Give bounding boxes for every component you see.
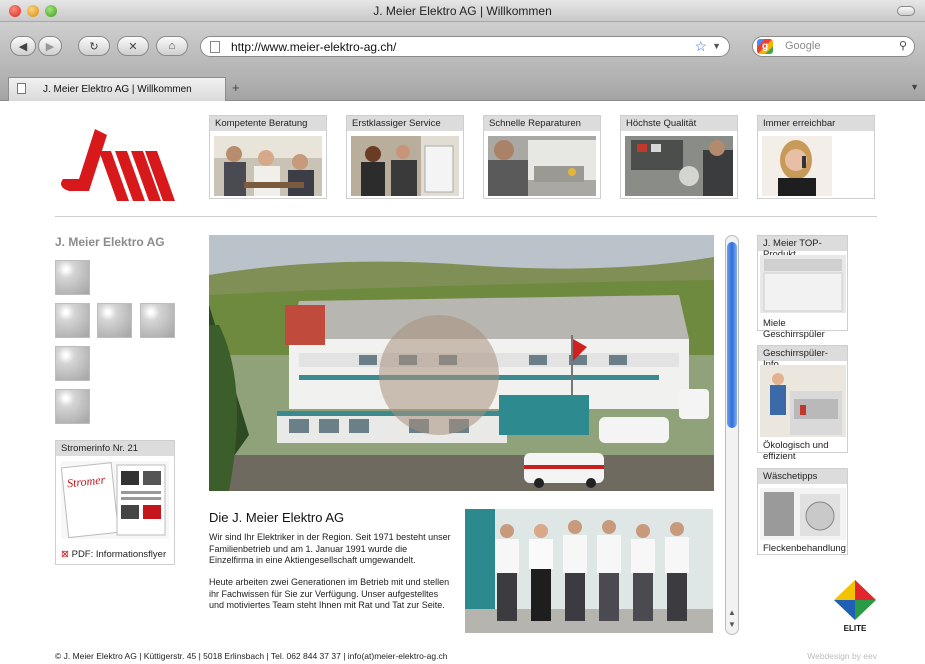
pdf-link[interactable]: ⊠ PDF: Informationsflyer — [61, 549, 166, 560]
sidebar-heading: J. Meier Elektro AG — [55, 235, 165, 249]
elite-logo: ELITE — [834, 580, 876, 633]
url-bar[interactable]: http://www.meier-elektro-ag.ch/ ☆ ▼ — [200, 36, 730, 57]
sidebar-nav-tile[interactable] — [55, 389, 90, 424]
quality-photo — [625, 136, 733, 196]
top-product-title: J. Meier TOP-Produkt — [758, 236, 847, 260]
sidebar-nav-tile[interactable] — [55, 260, 90, 295]
title-bar: J. Meier Elektro AG | Willkommen — [0, 0, 925, 22]
laundry-tips-box[interactable]: Wäschetipps Fleckenbehandlung — [757, 468, 848, 555]
stop-icon: ✕ — [128, 40, 138, 53]
dishwasher-info-caption: Ökologisch und effizient — [763, 440, 829, 462]
sidebar-nav-tile[interactable] — [140, 303, 175, 338]
home-button[interactable]: ⌂ — [156, 36, 188, 56]
pdf-icon: ⊠ — [61, 549, 69, 560]
laundry-photo — [760, 488, 846, 540]
window-title: J. Meier Elektro AG | Willkommen — [373, 4, 552, 18]
topnav-label: Kompetente Beratung — [210, 116, 326, 131]
dishwasher-info-title: Geschirrspüler-Info — [758, 346, 847, 370]
top-product-box[interactable]: J. Meier TOP-Produkt Miele Geschirrspüle… — [757, 235, 848, 340]
dishwasher-info-box[interactable]: Geschirrspüler-Info Ökologisch und effiz… — [757, 345, 848, 462]
laundry-tips-caption: Fleckenbehandlung — [763, 543, 846, 554]
tab-bar: J. Meier Elektro AG | Willkommen + ▼ — [0, 74, 925, 101]
new-tab-button[interactable]: + — [232, 80, 240, 95]
stromerinfo-flyer-thumbnail: Stromer — [61, 461, 169, 539]
toolbar-toggle-button[interactable] — [897, 6, 915, 16]
jm-logo[interactable] — [55, 127, 175, 201]
browser-toolbar: ◀ ▶ ↻ ✕ ⌂ http://www.meier-elektro-ag.ch… — [0, 22, 925, 74]
topnav-label: Höchste Qualität — [621, 116, 737, 131]
tab-label: J. Meier Elektro AG | Willkommen — [43, 84, 192, 95]
google-icon[interactable]: g — [757, 39, 773, 54]
footer-contact: © J. Meier Elektro AG | Küttigerstr. 45 … — [55, 651, 448, 661]
topnav-schnelle-reparaturen[interactable]: Schnelle Reparaturen — [483, 115, 601, 199]
topnav-label: Immer erreichbar — [758, 116, 874, 131]
topnav-label: Schnelle Reparaturen — [484, 116, 600, 131]
back-button[interactable]: ◀ — [10, 36, 36, 56]
url-history-dropdown-icon[interactable]: ▼ — [712, 41, 721, 51]
dishwasher-photo — [760, 255, 846, 313]
service-photo — [351, 136, 459, 196]
tab-list-menu-icon[interactable]: ▼ — [910, 82, 919, 92]
web-page: Kompetente Beratung Erstklassiger Servic… — [0, 102, 925, 664]
consultation-photo — [214, 136, 322, 196]
tab-page-icon — [17, 83, 26, 94]
forward-arrow-icon: ▶ — [45, 40, 55, 53]
scrollbar-thumb[interactable] — [727, 242, 737, 428]
bookmark-star-icon[interactable]: ☆ — [694, 38, 707, 55]
search-placeholder: Google — [785, 40, 821, 52]
content-scrollbar[interactable]: ▲ ▼ — [725, 235, 739, 635]
topnav-immer-erreichbar[interactable]: Immer erreichbar — [757, 115, 875, 199]
back-arrow-icon: ◀ — [18, 40, 28, 53]
content-paragraph-2: Heute arbeiten zwei Generationen im Betr… — [209, 577, 450, 610]
content-heading: Die J. Meier Elektro AG — [209, 510, 345, 525]
company-building-photo — [209, 235, 714, 491]
sidebar-nav-tile[interactable] — [97, 303, 132, 338]
search-field[interactable]: g Google ⚲ — [752, 36, 915, 57]
home-icon: ⌂ — [168, 40, 176, 52]
team-photo — [465, 509, 713, 633]
url-text: http://www.meier-elektro-ag.ch/ — [231, 40, 397, 54]
stromerinfo-title: Stromerinfo Nr. 21 — [56, 441, 174, 456]
webdesign-credit-link[interactable]: Webdesign by eev — [807, 651, 877, 661]
scroll-down-arrow-icon[interactable]: ▼ — [728, 620, 736, 629]
reload-button[interactable]: ↻ — [78, 36, 110, 56]
content-paragraph-1: Wir sind Ihr Elektriker in der Region. S… — [209, 532, 451, 565]
reachable-photo — [762, 136, 870, 196]
top-product-caption: Miele Geschirrspüler — [763, 318, 825, 340]
page-icon — [210, 41, 220, 53]
stromerinfo-box[interactable]: Stromerinfo Nr. 21 Stromer ⊠ PDF: Inform… — [55, 440, 175, 565]
repair-photo — [488, 136, 596, 196]
topnav-kompetente-beratung[interactable]: Kompetente Beratung — [209, 115, 327, 199]
laundry-tips-title: Wäschetipps — [758, 469, 847, 484]
forward-button[interactable]: ▶ — [38, 36, 62, 56]
magnifier-icon[interactable]: ⚲ — [899, 39, 907, 52]
svg-text:ELITE: ELITE — [844, 624, 867, 633]
sidebar-nav-tile[interactable] — [55, 303, 90, 338]
scroll-up-arrow-icon[interactable]: ▲ — [728, 608, 736, 617]
header-divider — [55, 216, 877, 217]
sidebar-nav-tile[interactable] — [55, 346, 90, 381]
topnav-label: Erstklassiger Service — [347, 116, 463, 131]
tab-active[interactable]: J. Meier Elektro AG | Willkommen — [8, 77, 226, 101]
kitchen-photo — [760, 365, 846, 437]
topnav-erstklassiger-service[interactable]: Erstklassiger Service — [346, 115, 464, 199]
stop-button[interactable]: ✕ — [117, 36, 149, 56]
topnav-hoechste-qualitaet[interactable]: Höchste Qualität — [620, 115, 738, 199]
pdf-link-label: PDF: Informationsflyer — [71, 549, 167, 560]
reload-icon: ↻ — [89, 40, 99, 53]
